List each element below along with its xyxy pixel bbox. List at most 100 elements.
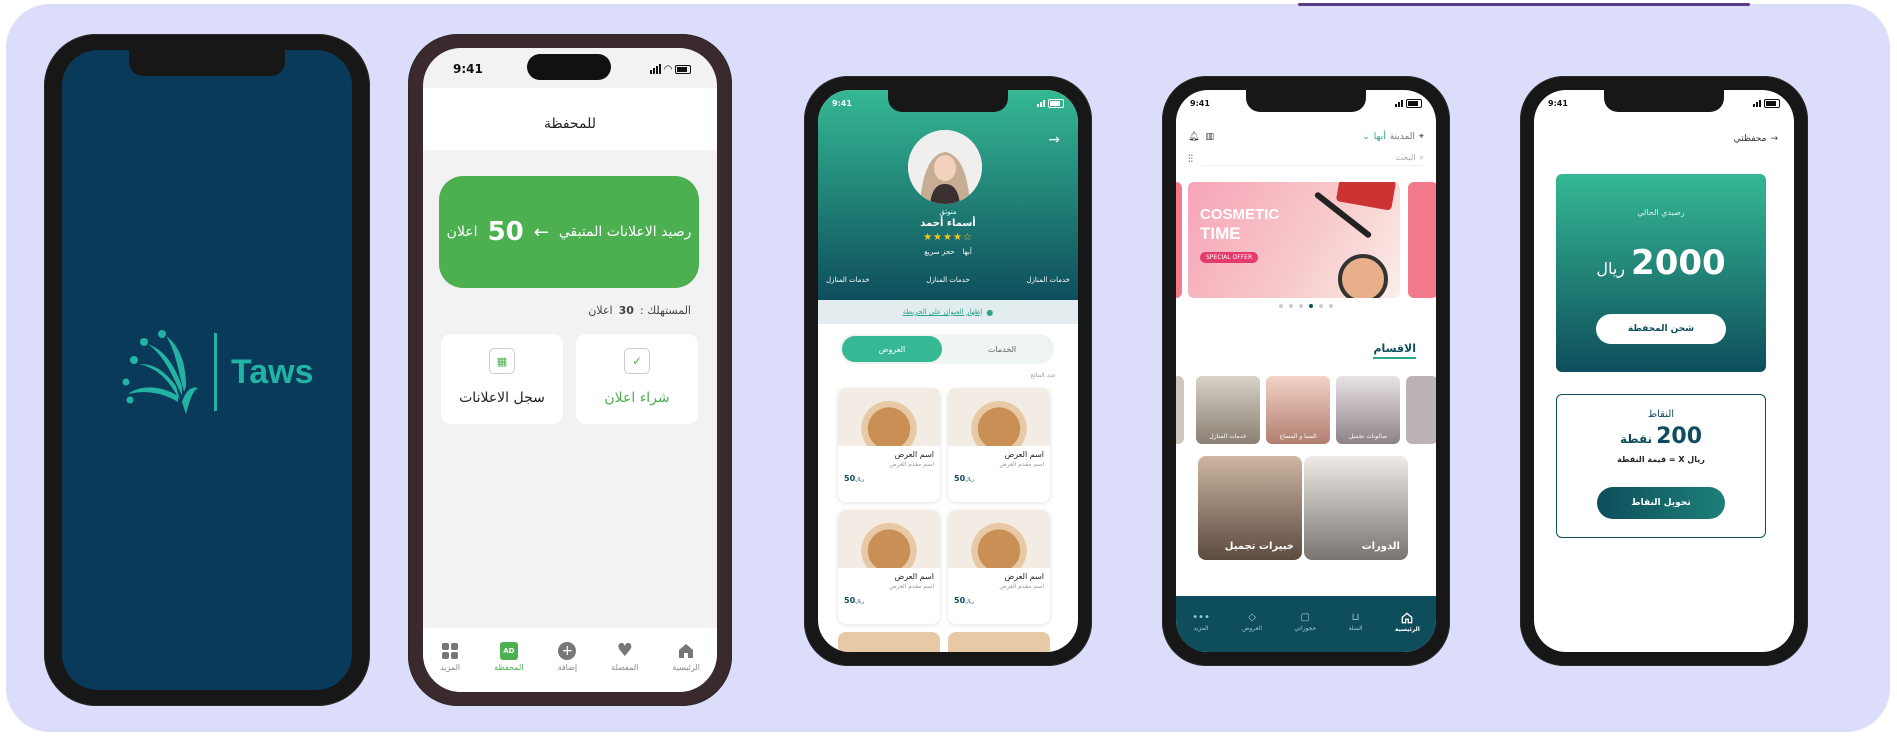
home-icon xyxy=(679,644,694,658)
big-category-label: الدورات xyxy=(1361,541,1400,552)
balance-card: رصيدي الحالي 2000 ريال شحن المحفظة xyxy=(1556,174,1766,372)
nav-add[interactable]: + إضافة xyxy=(558,642,577,672)
status-time: 9:41 xyxy=(1548,98,1568,108)
nav-more[interactable]: المزيد xyxy=(440,642,460,672)
results-hint: عدد النتائج xyxy=(1030,372,1056,379)
offer-card-partial xyxy=(948,632,1050,652)
phone-splash: Taws xyxy=(44,34,370,706)
makeup-palette-shape xyxy=(1335,182,1397,211)
arrow-icon: ← xyxy=(533,221,549,243)
offer-card[interactable]: اسم العرض اسم مقدم العرض 50ريال xyxy=(838,510,940,624)
service-chip[interactable]: خدمات المنازل xyxy=(926,276,970,284)
topup-button[interactable]: شحن المحفظة xyxy=(1596,314,1726,344)
service-chip[interactable]: خدمات المنازل xyxy=(1026,276,1070,284)
offer-image xyxy=(838,388,940,446)
top-row: 🔔︎ ▥ ⌖ المدينة أبها ⌄ xyxy=(1188,130,1424,144)
status-icons xyxy=(1395,98,1422,108)
nav-home[interactable]: الرئيسية xyxy=(1395,611,1420,633)
category-partial xyxy=(1406,376,1436,444)
offer-card[interactable]: اسم العرض اسم مقدم العرض 50ريال xyxy=(838,388,940,502)
category-card[interactable]: خدمات المنازل xyxy=(1196,376,1260,444)
phone-profile: 9:41 → متوثق أسماء أحمد ★★★★☆ أبها حجز س… xyxy=(804,76,1092,666)
nav-label: العروض xyxy=(1242,625,1262,632)
offer-card[interactable]: اسم العرض اسم مقدم العرض 50ريال xyxy=(948,388,1050,502)
ads-log-card[interactable]: ▦ سجل الاعلانات xyxy=(441,334,563,424)
tab-services[interactable]: الخدمات xyxy=(952,336,1052,362)
search-input[interactable]: ⌕ البحث xyxy=(1203,153,1424,166)
quick-booking[interactable]: حجز سريع xyxy=(924,248,954,256)
search-placeholder: البحث xyxy=(1395,152,1416,162)
back-row[interactable]: → محفظتي xyxy=(1734,134,1778,144)
status-icons xyxy=(1753,98,1780,108)
nav-bookings[interactable]: ▢ حجوزاتي xyxy=(1294,612,1316,632)
balance-unit: اعلان xyxy=(446,224,478,240)
map-icon[interactable]: ▥ xyxy=(1205,132,1214,142)
categories-row: خدمات المنازل السبا و المساج صالونات تجم… xyxy=(1176,376,1436,446)
category-card[interactable]: السبا و المساج xyxy=(1266,376,1330,444)
points-unit: نقطة xyxy=(1619,432,1653,446)
offer-currency: ريال xyxy=(855,477,865,483)
nav-wallet[interactable]: AD المحفظة xyxy=(494,642,524,672)
profile-name: أسماء أحمد xyxy=(920,218,976,229)
offer-image xyxy=(838,510,940,568)
balance-value: 50 xyxy=(487,217,524,247)
offer-price: 50 xyxy=(954,474,966,483)
offer-price: 50 xyxy=(844,596,856,605)
offer-card[interactable]: اسم العرض اسم مقدم العرض 50ريال xyxy=(948,510,1050,624)
consumed-row: المستهلك : 30 اعلان xyxy=(588,304,691,317)
banner-next-partial xyxy=(1408,182,1436,298)
profile-screen: 9:41 → متوثق أسماء أحمد ★★★★☆ أبها حجز س… xyxy=(818,90,1078,652)
offer-provider: اسم مقدم العرض xyxy=(889,583,934,590)
points-amount: 200 نقطة xyxy=(1557,424,1765,449)
services-row: خدمات المنازل خدمات المنازل خدمات المناز… xyxy=(826,276,1070,284)
map-pin-icon: ● xyxy=(986,307,994,317)
header: للمحفظة xyxy=(423,88,717,150)
buy-ad-card[interactable]: ✓ شراء اعلان xyxy=(576,334,698,424)
points-title: النقاط xyxy=(1647,409,1675,420)
nav-home[interactable]: الرئيسية xyxy=(672,642,700,672)
nav-label: المفضلة xyxy=(611,663,639,672)
ads-wallet-screen: 9:41 ◠ للمحفظة رصيد الاعلانات المتبقي ← … xyxy=(423,48,717,692)
offer-title: اسم العرض xyxy=(1004,572,1044,581)
map-link[interactable]: إظهار العنوان على الخريطة xyxy=(903,308,982,316)
big-category-card[interactable]: الدورات xyxy=(1304,456,1408,560)
bag-icon: ▢ xyxy=(1300,612,1310,623)
nav-more[interactable]: ••• المزيد xyxy=(1192,612,1210,632)
offer-price: 50 xyxy=(954,596,966,605)
more-icon: ••• xyxy=(1192,612,1210,623)
phone-ads-wallet: 9:41 ◠ للمحفظة رصيد الاعلانات المتبقي ← … xyxy=(408,34,732,706)
nav-favorites[interactable]: ♥ المفضلة xyxy=(611,640,639,673)
convert-points-button[interactable]: تحويل النقاط xyxy=(1597,487,1725,519)
heart-icon: ♥ xyxy=(616,640,633,661)
peacock-logo-icon xyxy=(122,330,198,414)
map-link-bar[interactable]: إظهار العنوان على الخريطة ● xyxy=(818,300,1078,324)
balance-value: 2000 xyxy=(1631,243,1726,283)
chevron-down-icon: ⌄ xyxy=(1362,132,1370,142)
offer-provider: اسم مقدم العرض xyxy=(999,583,1044,590)
status-icons xyxy=(1037,98,1064,108)
back-arrow-icon[interactable]: → xyxy=(1048,132,1060,148)
ads-log-label: سجل الاعلانات xyxy=(459,390,545,406)
tab-offers[interactable]: العروض xyxy=(842,336,942,362)
status-time: 9:41 xyxy=(1190,98,1210,108)
verified-badge: متوثق xyxy=(939,208,957,216)
balance-amount: 2000 ريال xyxy=(1556,243,1766,283)
nav-offers[interactable]: ◇ العروض xyxy=(1242,612,1262,632)
city-value: أبها xyxy=(1373,132,1386,142)
service-chip[interactable]: خدمات المنازل xyxy=(826,276,870,284)
nav-cart[interactable]: ⊔ السلة xyxy=(1349,612,1363,632)
banner-carousel[interactable]: COSMETIC TIME SPECIAL OFFER xyxy=(1176,182,1436,298)
filter-icon[interactable]: ⫶⫶ xyxy=(1188,154,1193,165)
wallet-screen: 9:41 → محفظتي رصيدي الحالي 2000 ريال شحن… xyxy=(1534,90,1794,652)
consumed-value: 30 xyxy=(618,304,634,317)
banner: COSMETIC TIME SPECIAL OFFER xyxy=(1188,182,1400,298)
location-pin-icon: ⌖ xyxy=(1418,132,1424,142)
category-card[interactable]: صالونات تجميل xyxy=(1336,376,1400,444)
wallet-icon: AD xyxy=(499,642,518,660)
city-selector[interactable]: ⌖ المدينة أبها ⌄ xyxy=(1362,132,1424,142)
balance-label: رصيدي الحالي xyxy=(1637,208,1685,217)
bell-icon[interactable]: 🔔︎ xyxy=(1188,132,1199,142)
big-category-card[interactable]: خبيرات تجميل xyxy=(1198,456,1302,560)
calendar-icon: ▦ xyxy=(489,348,515,374)
nav-label: الرئيسية xyxy=(672,663,700,672)
